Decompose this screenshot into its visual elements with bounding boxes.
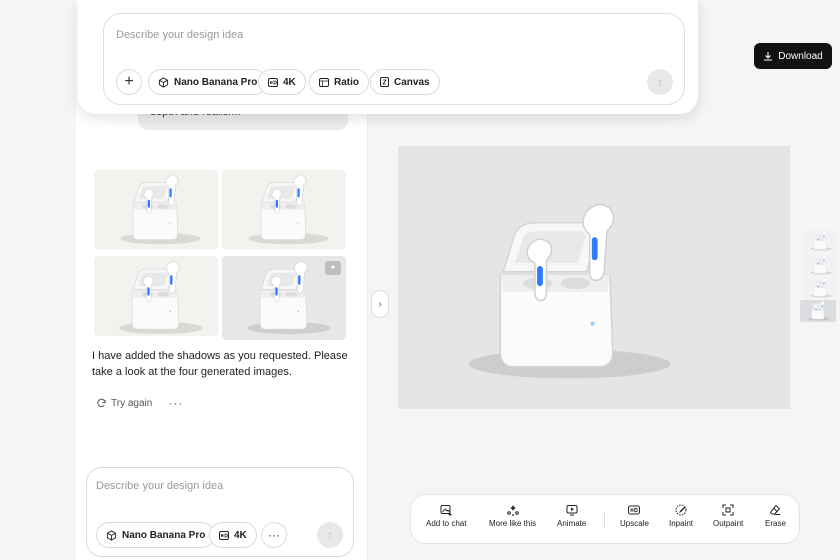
ratio-selector[interactable]: Ratio — [309, 69, 369, 95]
chat-composer-placeholder[interactable]: Describe your design idea — [96, 480, 223, 492]
earbuds-image — [804, 277, 836, 299]
erase-button[interactable]: Erase — [765, 504, 786, 528]
sparkle-grid-icon — [506, 505, 519, 516]
chat-composer[interactable]: Describe your design idea Nano Banana Pr… — [86, 467, 354, 557]
assistant-reply: I have added the shadows as you requeste… — [92, 350, 348, 378]
ratio-label: Ratio — [334, 76, 359, 88]
resolution-label: 4K — [234, 529, 247, 541]
thumbnail-2[interactable] — [804, 254, 836, 276]
thumbnail-4[interactable] — [800, 300, 836, 322]
image-add-icon — [440, 505, 452, 516]
more-options-button[interactable]: ··· — [168, 396, 183, 410]
try-again-button[interactable]: Try again — [96, 398, 152, 409]
earbuds-image — [804, 254, 836, 276]
generated-image-4[interactable]: ✦ — [222, 256, 346, 340]
upscale-button[interactable]: Upscale — [620, 504, 649, 528]
canvas-label: Canvas — [394, 76, 430, 88]
arrow-up-icon: ↑ — [327, 528, 333, 542]
animate-label: Animate — [557, 519, 587, 528]
thumbnail-3[interactable] — [804, 277, 836, 299]
outpaint-label: Outpaint — [713, 519, 744, 528]
outpaint-button[interactable]: Outpaint — [713, 504, 743, 528]
hd-icon — [628, 505, 641, 515]
prompt-composer[interactable]: Describe your design idea + Nano Banana … — [103, 13, 685, 105]
add-attachment-button[interactable]: + — [116, 69, 142, 95]
ellipsis-icon: ··· — [268, 528, 280, 542]
aspect-ratio-icon — [319, 77, 329, 87]
download-icon — [763, 51, 773, 61]
earbuds-image — [222, 170, 346, 250]
canvas-icon — [380, 77, 389, 87]
model-label: Nano Banana Pro — [122, 529, 206, 541]
more-like-this-button[interactable]: More like this — [489, 504, 536, 528]
inpaint-button[interactable]: Inpaint — [669, 504, 693, 528]
generated-image-2[interactable] — [222, 170, 346, 250]
main-preview-image[interactable] — [398, 146, 790, 409]
download-label: Download — [778, 50, 823, 62]
generated-image-1[interactable] — [94, 170, 218, 250]
more-like-this-label: More like this — [489, 519, 537, 528]
canvas-selector[interactable]: Canvas — [370, 69, 440, 95]
resolution-selector[interactable]: 4K — [209, 522, 257, 548]
prompt-placeholder[interactable]: Describe your design idea — [116, 29, 243, 41]
chevron-right-icon: › — [378, 298, 382, 310]
add-to-chat-button[interactable]: Add to chat — [426, 504, 466, 528]
resolution-icon — [219, 530, 229, 540]
add-to-chat-label: Add to chat — [426, 519, 467, 528]
send-button[interactable]: ↑ — [317, 522, 343, 548]
brush-icon — [675, 504, 687, 516]
earbuds-image — [94, 256, 218, 336]
play-screen-icon — [566, 505, 578, 516]
more-tools-button[interactable]: ··· — [261, 522, 287, 548]
resolution-icon — [268, 77, 278, 87]
erase-label: Erase — [765, 519, 786, 528]
inpaint-label: Inpaint — [669, 519, 694, 528]
top-send-button[interactable]: ↑ — [647, 69, 673, 95]
top-resolution-selector[interactable]: 4K — [258, 69, 306, 95]
collapse-panel-button[interactable]: › — [371, 290, 389, 318]
animate-button[interactable]: Animate — [557, 504, 586, 528]
top-resolution-label: 4K — [283, 76, 296, 88]
prompt-composer-overlay: Describe your design idea + Nano Banana … — [78, 0, 698, 114]
eraser-icon — [770, 504, 781, 515]
image-toolbar: Add to chat More like this Animate Upsca… — [410, 494, 800, 544]
download-button[interactable]: Download — [754, 43, 832, 69]
expand-frame-icon — [722, 504, 734, 516]
top-model-label: Nano Banana Pro — [174, 76, 258, 88]
refresh-icon — [96, 398, 107, 409]
selected-badge-icon: ✦ — [325, 261, 341, 275]
plus-icon: + — [124, 73, 134, 90]
earbuds-image — [398, 146, 790, 409]
arrow-up-icon: ↑ — [657, 75, 663, 89]
cube-icon — [106, 529, 117, 541]
model-selector[interactable]: Nano Banana Pro — [96, 522, 216, 548]
thumbnail-1[interactable] — [804, 230, 836, 252]
earbuds-image — [804, 230, 836, 252]
generated-image-3[interactable] — [94, 256, 218, 336]
cube-icon — [158, 76, 169, 88]
earbuds-image — [800, 300, 836, 322]
try-again-label: Try again — [111, 397, 153, 409]
toolbar-divider — [604, 513, 605, 527]
earbuds-image — [94, 170, 218, 250]
reply-actions: Try again ··· — [96, 396, 183, 410]
upscale-label: Upscale — [620, 519, 649, 528]
top-model-selector[interactable]: Nano Banana Pro — [148, 69, 268, 95]
